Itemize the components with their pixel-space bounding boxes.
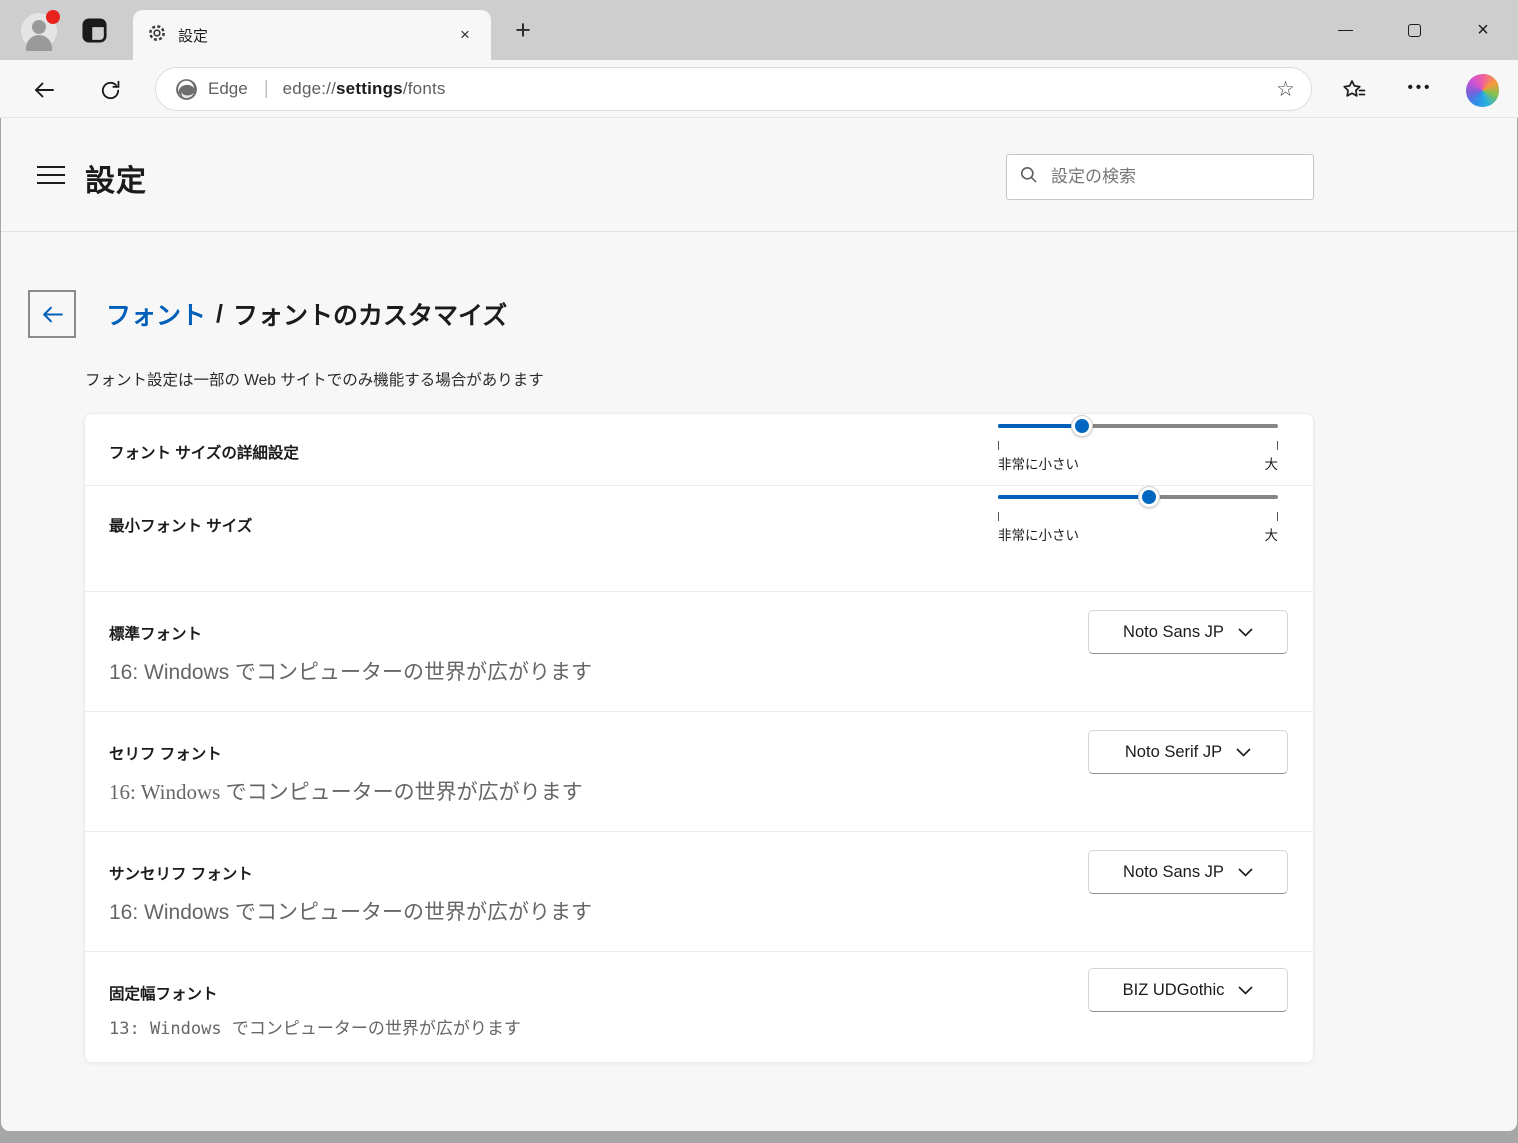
chevron-down-icon — [1238, 981, 1253, 1000]
fixed-width-font-dropdown[interactable]: BIZ UDGothic — [1088, 968, 1288, 1012]
breadcrumb-separator: / — [216, 300, 223, 329]
page-title: 設定 — [85, 156, 147, 200]
row-label: 固定幅フォント — [109, 982, 218, 1004]
url-divider: | — [264, 78, 269, 100]
standard-font-dropdown[interactable]: Noto Sans JP — [1088, 610, 1288, 654]
row-label: 最小フォント サイズ — [109, 514, 252, 536]
row-label: フォント サイズの詳細設定 — [109, 441, 299, 463]
font-size-slider: 非常に小さい 大 — [998, 416, 1278, 473]
edge-logo-icon — [174, 77, 199, 102]
row-label: サンセリフ フォント — [109, 862, 253, 884]
row-min-font-size: 最小フォント サイズ 非常に小さい 大 — [85, 486, 1313, 592]
maximize-button[interactable] — [1391, 0, 1437, 60]
slider-min-label: 非常に小さい — [998, 453, 1079, 473]
font-sample: 16: Windows でコンピューターの世界が広がります — [109, 656, 592, 686]
row-sans-serif-font: サンセリフ フォント 16: Windows でコンピューターの世界が広がります… — [85, 832, 1313, 952]
dropdown-value: BIZ UDGothic — [1123, 981, 1225, 1000]
row-font-size: フォント サイズの詳細設定 非常に小さい 大 — [85, 414, 1313, 486]
slider-fill — [998, 495, 1149, 499]
workspaces-icon[interactable] — [81, 17, 108, 44]
favorite-star-icon[interactable]: ☆ — [1276, 77, 1295, 102]
slider-thumb[interactable] — [1139, 487, 1159, 507]
toolbar: Edge | edge://settings/fonts ☆ ••• — [0, 60, 1518, 118]
sans-serif-font-dropdown[interactable]: Noto Sans JP — [1088, 850, 1288, 894]
min-font-size-slider: 非常に小さい 大 — [998, 487, 1278, 544]
row-fixed-width-font: 固定幅フォント 13: Windows でコンピューターの世界が広がります BI… — [85, 952, 1313, 1062]
dropdown-value: Noto Sans JP — [1123, 863, 1224, 882]
slider-fill — [998, 424, 1082, 428]
chevron-down-icon — [1238, 623, 1253, 642]
font-sample: 16: Windows でコンピューターの世界が広がります — [109, 896, 592, 926]
breadcrumb-back-button[interactable] — [28, 290, 76, 338]
window-bottom-frame — [0, 1131, 1518, 1143]
new-tab-button[interactable]: + — [508, 16, 538, 46]
breadcrumb: フォント / フォントのカスタマイズ — [28, 290, 507, 338]
profile-avatar[interactable] — [21, 13, 57, 49]
close-button[interactable]: × — [1460, 0, 1506, 60]
slider-max-label: 大 — [1265, 453, 1279, 473]
chevron-down-icon — [1236, 743, 1251, 762]
row-standard-font: 標準フォント 16: Windows でコンピューターの世界が広がります Not… — [85, 592, 1313, 712]
dropdown-value: Noto Sans JP — [1123, 623, 1224, 642]
favorites-icon[interactable] — [1336, 73, 1372, 107]
page-subtitle: フォント設定は一部の Web サイトでのみ機能する場合があります — [85, 368, 544, 390]
refresh-button[interactable] — [93, 73, 127, 107]
address-bar[interactable]: Edge | edge://settings/fonts ☆ — [155, 67, 1312, 111]
serif-font-dropdown[interactable]: Noto Serif JP — [1088, 730, 1288, 774]
slider-thumb[interactable] — [1072, 416, 1092, 436]
font-sample: 16: Windows でコンピューターの世界が広がります — [109, 776, 583, 806]
page-wrap: 設定 フォント / フォントのカスタマイズ — [0, 118, 1518, 1131]
row-label: 標準フォント — [109, 622, 202, 644]
menu-icon[interactable] — [37, 166, 65, 186]
settings-page: 設定 フォント / フォントのカスタマイズ — [0, 118, 1518, 1131]
font-sample: 13: Windows でコンピューターの世界が広がります — [109, 1014, 521, 1039]
tab-settings[interactable]: 設定 × — [133, 10, 491, 60]
minimize-button[interactable] — [1322, 0, 1368, 60]
search-input[interactable] — [1051, 167, 1301, 187]
browser-name-label: Edge — [208, 79, 248, 99]
back-button[interactable] — [27, 73, 61, 107]
slider-min-label: 非常に小さい — [998, 524, 1079, 544]
tab-close-icon[interactable]: × — [453, 23, 477, 47]
row-serif-font: セリフ フォント 16: Windows でコンピューターの世界が広がります N… — [85, 712, 1313, 832]
titlebar: 設定 × + × — [0, 0, 1518, 60]
slider-max-label: 大 — [1265, 524, 1279, 544]
search-icon — [1019, 165, 1038, 189]
dropdown-value: Noto Serif JP — [1125, 743, 1222, 762]
breadcrumb-current: フォントのカスタマイズ — [233, 296, 507, 332]
notification-dot — [46, 10, 60, 24]
copilot-icon[interactable] — [1466, 74, 1499, 107]
settings-card: フォント サイズの詳細設定 非常に小さい 大 最小フォント サイズ — [84, 413, 1314, 1063]
url-text[interactable]: edge://settings/fonts — [283, 79, 1277, 99]
gear-icon — [147, 23, 167, 48]
tab-title: 設定 — [178, 25, 453, 46]
breadcrumb-parent-link[interactable]: フォント — [106, 296, 206, 332]
settings-header: 設定 — [1, 118, 1517, 232]
row-label: セリフ フォント — [109, 742, 222, 764]
more-menu-icon[interactable]: ••• — [1399, 73, 1441, 107]
settings-search[interactable] — [1006, 154, 1314, 200]
chevron-down-icon — [1238, 863, 1253, 882]
